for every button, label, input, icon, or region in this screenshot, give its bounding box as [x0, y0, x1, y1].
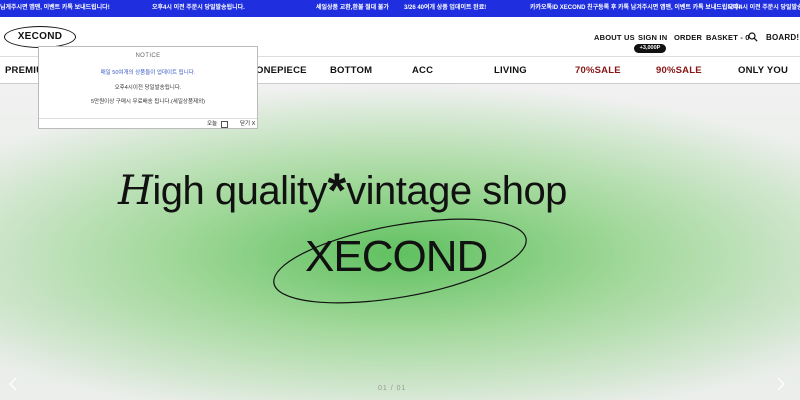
marquee-item: 오후4시 이전 주문시 당일발송됩니다.	[728, 5, 800, 11]
chevron-right-icon[interactable]	[774, 377, 786, 391]
notice-close-button[interactable]: 닫기 X	[240, 119, 255, 130]
nav-about-us[interactable]: ABOUT US	[594, 33, 635, 42]
marquee-item: 3/26 40여개 상품 업데이트 완료!	[404, 5, 487, 11]
category-90-sale[interactable]: 90%SALE	[656, 65, 702, 76]
nav-board[interactable]: BOARD!	[766, 33, 799, 42]
notice-line: 매일 50여개의 상품들이 업데이트 됩니다.	[100, 70, 196, 76]
marquee-item: 카카오톡ID XECOND 친구등록 후 카톡 남겨주시면 앱맨, 이벤트 카톡…	[530, 5, 741, 11]
category-onepiece[interactable]: ONEPIECE	[256, 65, 307, 76]
chevron-left-icon[interactable]	[8, 377, 20, 391]
category-bottom[interactable]: BOTTOM	[330, 65, 372, 76]
hide-today-label: 오늘	[207, 121, 218, 127]
hero-headline-initial: H	[118, 168, 153, 214]
nav-basket[interactable]: BASKET - 0	[706, 33, 750, 42]
category-living[interactable]: LIVING	[494, 65, 527, 76]
notice-footer: 오늘 닫기 X	[39, 118, 257, 130]
category-70-sale[interactable]: 70%SALE	[575, 65, 621, 76]
marquee-item: 님게주시면 앱맨, 이벤트 카톡 보내드립니다!	[0, 5, 110, 11]
category-only-you[interactable]: ONLY YOU	[738, 65, 788, 76]
points-badge: +3,000P	[634, 44, 666, 53]
hero-headline: High quality*vintage shop	[118, 165, 698, 218]
hide-today-checkbox[interactable]	[221, 121, 228, 128]
notice-popup: NOTICE 매일 50여개의 상품들이 업데이트 됩니다. 오후4시이전 당일…	[38, 46, 258, 129]
hero-headline-part1: igh quality	[152, 169, 328, 213]
hero-banner[interactable]: High quality*vintage shop XECOND 01 / 01	[0, 84, 800, 400]
marquee-item: 세일상품 교환,환불 절대 불가	[316, 5, 389, 11]
notice-line: 오후4시이전 당일발송됩니다.	[114, 85, 182, 91]
nav-order[interactable]: ORDER	[674, 33, 702, 42]
search-icon[interactable]	[748, 32, 758, 42]
slide-counter: 01 / 01	[378, 385, 407, 392]
notice-title: NOTICE	[135, 53, 161, 59]
hero-headline-part2: vintage shop	[346, 169, 567, 213]
hero-brand-name: XECOND	[305, 232, 488, 281]
nav-sign-in[interactable]: SIGN IN	[638, 33, 667, 42]
category-acc[interactable]: ACC	[412, 65, 433, 76]
announcement-marquee: 님게주시면 앱맨, 이벤트 카톡 보내드립니다! 오후4시 이전 주문시 당일발…	[0, 0, 800, 17]
site-logo[interactable]: XECOND	[4, 26, 76, 48]
marquee-item: 오후4시 이전 주문시 당일발송됩니다.	[152, 5, 245, 11]
notice-line: 5만원이상 구매시 무료배송 됩니다.(세일상품제외)	[90, 99, 206, 105]
